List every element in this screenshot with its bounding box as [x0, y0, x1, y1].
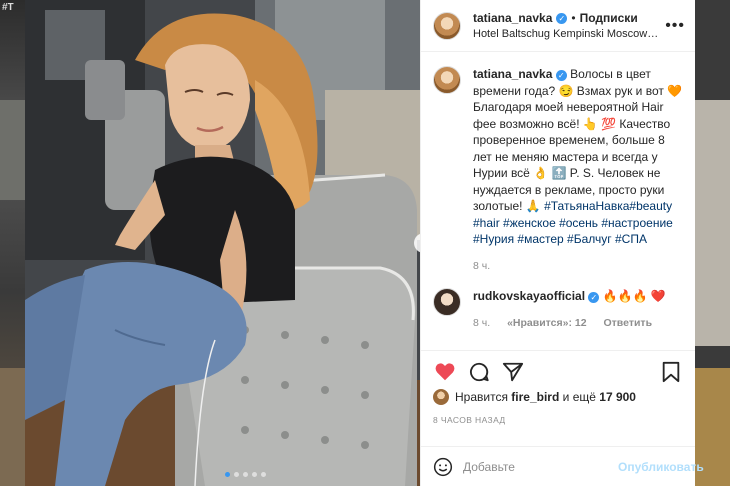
likes-count[interactable]: 17 900 [599, 390, 636, 404]
post-location[interactable]: Hotel Baltschug Kempinski Moscow Отель..… [473, 28, 659, 40]
carousel-dot [225, 472, 230, 477]
carousel-dot [261, 472, 266, 477]
caption-username[interactable]: tatiana_navka [473, 67, 552, 81]
bookmark-icon[interactable] [659, 360, 683, 384]
likes-suffix: и ещё [562, 390, 596, 404]
author-info: tatiana_navka ✓ • Подписки Hotel Baltsch… [473, 11, 659, 40]
comment-time[interactable]: 8 ч. [473, 317, 490, 329]
carousel-dot [252, 472, 257, 477]
likes-summary: Нравится fire_bird и ещё 17 900 [433, 389, 683, 405]
comment-reply-button[interactable]: Ответить [604, 317, 653, 329]
liker-avatar[interactable] [433, 389, 449, 405]
more-options-icon[interactable]: ••• [665, 17, 685, 35]
emoji-icon[interactable] [433, 455, 453, 479]
photo-illustration [25, 0, 420, 486]
background-tile [695, 100, 730, 346]
liker-username[interactable]: fire_bird [511, 390, 559, 404]
comment-item: rudkovskayaofficial ✓ 🔥🔥🔥 ❤️ 8 ч. «Нрави… [433, 288, 683, 331]
carousel-dot [243, 472, 248, 477]
caption-text: Волосы в цвет времени года? 😏 Взмах рук … [473, 67, 683, 213]
comment-likes[interactable]: «Нравится»: 12 [507, 317, 587, 329]
heart-filled-icon[interactable] [433, 360, 457, 384]
verified-badge-icon: ✓ [556, 12, 568, 24]
background-text: #T [2, 2, 14, 13]
likes-prefix: Нравится [455, 390, 508, 404]
caption: tatiana_navka ✓ Волосы в цвет времени го… [433, 66, 683, 274]
carousel-dots [225, 472, 266, 477]
comment-meta: 8 ч. «Нравится»: 12 Ответить [473, 315, 683, 332]
post-photo[interactable]: › [25, 0, 420, 486]
caption-body: tatiana_navka ✓ Волосы в цвет времени го… [473, 66, 683, 274]
post-header: tatiana_navka ✓ • Подписки Hotel Baltsch… [421, 0, 695, 52]
comment-body: rudkovskayaofficial ✓ 🔥🔥🔥 ❤️ 8 ч. «Нрави… [473, 288, 683, 331]
caption-meta: 8 ч. [473, 258, 683, 275]
verified-badge-icon: ✓ [588, 292, 600, 303]
share-icon[interactable] [501, 360, 525, 384]
separator-dot: • [571, 11, 576, 25]
caption-avatar[interactable] [433, 66, 461, 94]
caption-time[interactable]: 8 ч. [473, 260, 490, 272]
author-username[interactable]: tatiana_navka [473, 11, 552, 25]
comment-username[interactable]: rudkovskayaofficial [473, 289, 585, 303]
post-timestamp[interactable]: 8 ЧАСОВ НАЗАД [433, 415, 683, 425]
carousel-dot [234, 472, 239, 477]
action-icons [433, 357, 683, 387]
post-side-panel: tatiana_navka ✓ • Подписки Hotel Baltsch… [420, 0, 704, 486]
comment-text: 🔥🔥🔥 ❤️ [602, 289, 666, 303]
author-line: tatiana_navka ✓ • Подписки [473, 11, 659, 25]
post-actions: Нравится fire_bird и ещё 17 900 8 ЧАСОВ … [421, 350, 695, 446]
verified-badge-icon: ✓ [555, 70, 567, 81]
comment-input[interactable] [463, 459, 618, 474]
background-tile [0, 100, 25, 200]
publish-button[interactable]: Опубликовать [618, 460, 704, 474]
background-tile [0, 368, 25, 486]
add-comment-bar: Опубликовать [421, 446, 704, 486]
author-avatar[interactable] [433, 11, 461, 40]
comment-icon[interactable] [467, 360, 491, 384]
following-button[interactable]: Подписки [580, 11, 638, 25]
comment-avatar[interactable] [433, 288, 461, 316]
comments-section: tatiana_navka ✓ Волосы в цвет времени го… [421, 52, 695, 350]
